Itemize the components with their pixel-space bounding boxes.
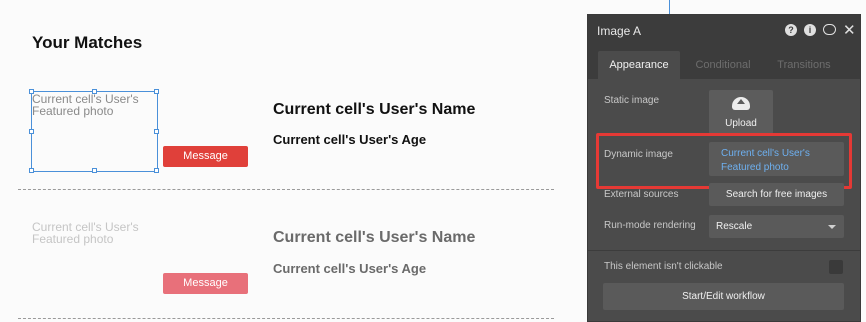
run-mode-label: Run-mode rendering [604,220,696,231]
clickable-checkbox[interactable] [829,260,843,274]
run-mode-value: Rescale [716,221,753,232]
close-icon[interactable]: ✕ [843,21,856,39]
message-button[interactable]: Message [163,273,248,294]
tab-transitions[interactable]: Transitions [772,51,836,79]
help-icon[interactable]: ? [785,24,797,36]
row-separator [18,318,554,319]
image-selection-box[interactable] [29,89,159,173]
user-age-text[interactable]: Current cell's User's Age [273,261,426,276]
page-title: Your Matches [32,33,143,52]
panel-divider [588,250,860,251]
panel-title: Image A [597,24,642,38]
info-icon[interactable]: i [804,24,816,36]
user-age-text[interactable]: Current cell's User's Age [273,132,426,147]
chevron-down-icon [828,225,836,229]
alignment-guide [669,0,670,14]
static-image-label: Static image [604,95,660,106]
search-free-images-button[interactable]: Search for free images [709,183,844,206]
upload-cloud-icon [732,97,750,110]
external-sources-label: External sources [604,189,679,200]
resize-handle[interactable] [92,168,97,173]
panel-header[interactable]: Image A ? i ✕ [588,15,860,47]
featured-photo-placeholder[interactable]: Current cell's User's Featured photo [32,221,156,245]
tab-bar: Appearance Conditional Transitions [588,47,860,79]
resize-handle[interactable] [154,129,159,134]
upload-label: Upload [725,118,757,129]
highlight-annotation-box [596,133,852,189]
resize-handle[interactable] [154,89,159,94]
resize-handle[interactable] [92,89,97,94]
resize-handle[interactable] [29,89,34,94]
tab-conditional[interactable]: Conditional [688,51,758,79]
resize-handle[interactable] [29,129,34,134]
user-name-text[interactable]: Current cell's User's Name [273,229,475,247]
resize-handle[interactable] [154,168,159,173]
resize-handle[interactable] [29,168,34,173]
run-mode-select[interactable]: Rescale [709,215,844,238]
message-button[interactable]: Message [163,146,248,167]
row-separator [18,189,554,190]
user-name-text[interactable]: Current cell's User's Name [273,101,475,119]
start-edit-workflow-button[interactable]: Start/Edit workflow [603,283,844,310]
comment-icon[interactable] [823,24,836,35]
clickable-label: This element isn't clickable [604,261,723,272]
tab-appearance[interactable]: Appearance [598,51,680,79]
upload-button[interactable]: Upload [709,90,773,134]
property-editor-panel: Image A ? i ✕ Appearance Conditional Tra… [587,14,861,322]
